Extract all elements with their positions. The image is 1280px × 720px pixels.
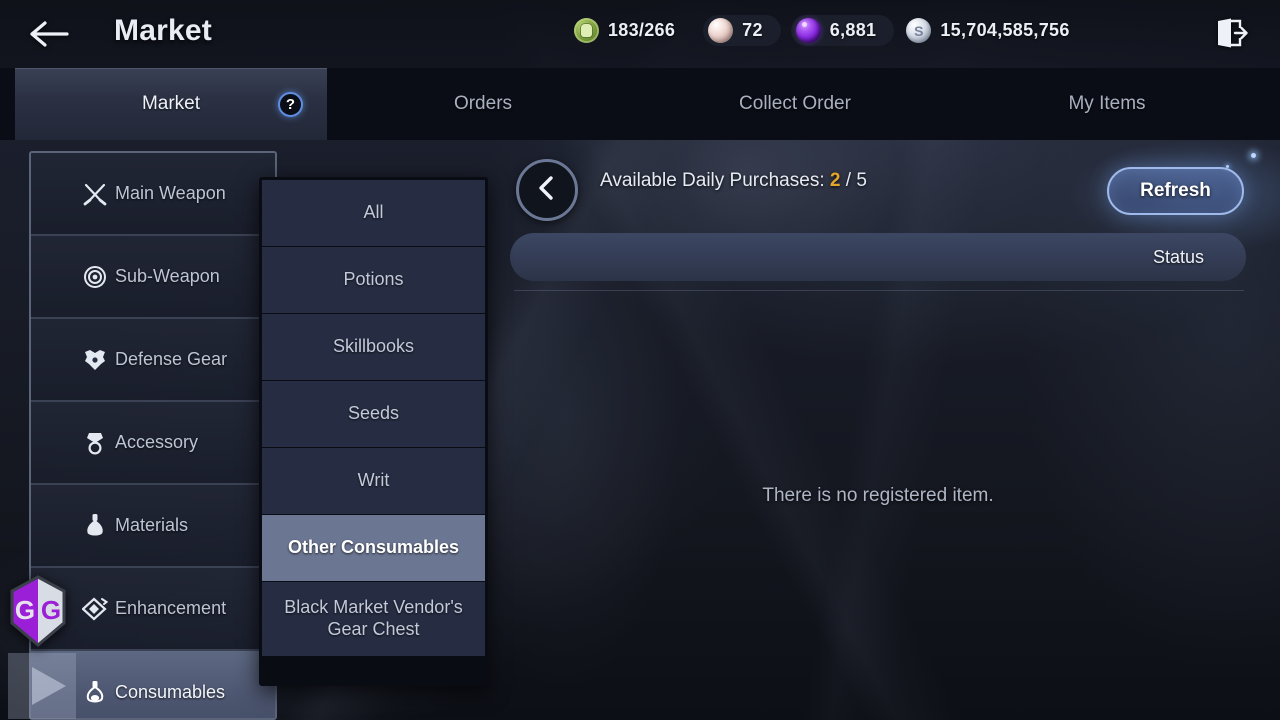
sidebar-item-materials[interactable]: Materials <box>31 485 275 568</box>
pearl-sphere-icon <box>708 18 734 43</box>
tab-my-items[interactable]: My Items <box>951 68 1263 140</box>
currency-energy[interactable]: 183/266 <box>572 15 693 46</box>
purple-gem-icon <box>795 18 821 43</box>
potion-flask-icon <box>82 680 108 706</box>
daily-purchases-max: 5 <box>856 170 867 191</box>
subcategory-skillbooks-label: Skillbooks <box>332 336 415 357</box>
sidebar-item-enhancement-label: Enhancement <box>115 598 227 618</box>
exit-button[interactable] <box>1210 14 1252 52</box>
subcategory-all[interactable]: All <box>262 180 485 247</box>
tab-market-label: Market <box>141 93 201 114</box>
sidebar-item-accessory[interactable]: Accessory <box>31 402 275 485</box>
currency-energy-value: 183/266 <box>608 20 676 40</box>
chevron-left-icon <box>536 175 558 206</box>
silver-coin-icon <box>906 18 932 43</box>
top-bar: Market 183/266 72 6,881 15,704,585,756 <box>0 0 1280 68</box>
subcategory-potions-label: Potions <box>343 269 404 290</box>
currency-pearl-value: 72 <box>742 20 763 40</box>
page-title: Market <box>114 14 212 47</box>
daily-purchases-separator: / <box>845 170 852 191</box>
subcategory-potions[interactable]: Potions <box>262 247 485 314</box>
tab-collect-order[interactable]: Collect Order <box>639 68 951 140</box>
currency-gem[interactable]: 6,881 <box>790 15 895 46</box>
sidebar-item-sub-weapon[interactable]: Sub-Weapon <box>31 236 275 319</box>
subcategory-seeds-label: Seeds <box>347 403 400 424</box>
subcategory-all-label: All <box>363 202 384 223</box>
tab-market[interactable]: Market ? <box>15 68 327 140</box>
sidebar-item-sub-weapon-label: Sub-Weapon <box>115 266 220 286</box>
subcategory-writ[interactable]: Writ <box>262 448 485 515</box>
subcategory-writ-label: Writ <box>357 470 390 491</box>
subcategory-black-market-gear-chest-label: Black Market Vendor's Gear Chest <box>284 597 463 639</box>
status-header-bar: Status <box>510 233 1246 281</box>
subcategory-panel: All Potions Skillbooks Seeds Writ Other … <box>259 177 488 686</box>
arrow-left-icon <box>29 20 69 48</box>
subcategory-other-consumables[interactable]: Other Consumables <box>262 515 485 582</box>
tab-orders[interactable]: Orders <box>327 68 639 140</box>
question-mark-icon[interactable]: ? <box>278 92 303 117</box>
sidebar-item-consumables-label: Consumables <box>115 682 226 702</box>
sidebar-item-defense-gear[interactable]: Defense Gear <box>31 319 275 402</box>
sidebar-item-accessory-label: Accessory <box>115 432 199 452</box>
svg-text:G: G <box>41 595 61 625</box>
crossed-swords-icon <box>82 181 108 207</box>
daily-purchases-info: Available Daily Purchases: 2 / 5 <box>600 170 867 192</box>
sidebar-item-materials-label: Materials <box>115 515 189 535</box>
subcategory-black-market-gear-chest[interactable]: Black Market Vendor's Gear Chest <box>262 582 485 657</box>
subcategory-seeds[interactable]: Seeds <box>262 381 485 448</box>
sidebar-item-main-weapon-label: Main Weapon <box>115 183 226 203</box>
sidebar-item-main-weapon[interactable]: Main Weapon <box>31 153 275 236</box>
sparkle-icon <box>1251 153 1256 158</box>
subcategory-skillbooks[interactable]: Skillbooks <box>262 314 485 381</box>
currency-pearl[interactable]: 72 <box>703 15 781 46</box>
back-button[interactable] <box>27 16 71 52</box>
currency-silver-value: 15,704,585,756 <box>940 20 1070 40</box>
tab-my-items-label: My Items <box>1068 93 1146 114</box>
exit-door-icon <box>1214 17 1248 49</box>
status-divider <box>514 290 1244 291</box>
daily-purchases-label: Available Daily Purchases: <box>600 170 825 191</box>
rhombus-black-stone-icon <box>82 596 108 622</box>
currency-silver[interactable]: 15,704,585,756 <box>904 15 1087 46</box>
empty-state-message: There is no registered item. <box>762 485 994 506</box>
tab-collect-order-label: Collect Order <box>739 93 851 114</box>
daily-purchases-current: 2 <box>829 170 841 191</box>
status-column-header: Status <box>1152 246 1204 267</box>
game-guardian-shield-icon[interactable]: G G <box>7 575 69 647</box>
currency-bar: 183/266 72 6,881 15,704,585,756 <box>572 14 1088 47</box>
tab-orders-label: Orders <box>453 93 513 114</box>
currency-gem-value: 6,881 <box>829 20 877 40</box>
material-pouch-icon <box>82 513 108 539</box>
svg-text:G: G <box>15 595 35 625</box>
market-screen: Market 183/266 72 6,881 15,704,585,756 <box>0 0 1280 720</box>
green-energy-orb-icon <box>574 18 599 43</box>
target-rings-icon <box>82 264 108 290</box>
refresh-button[interactable]: Refresh <box>1107 167 1244 215</box>
market-content: Available Daily Purchases: 2 / 5 Refresh… <box>500 135 1280 720</box>
previous-page-button[interactable] <box>516 159 578 221</box>
armor-chest-icon <box>82 347 108 373</box>
subcategory-other-consumables-label: Other Consumables <box>287 537 460 558</box>
ring-gem-icon <box>82 430 108 456</box>
tab-bar: Market ? Orders Collect Order My Items <box>0 68 1280 140</box>
sidebar-item-consumables[interactable]: Consumables <box>31 651 275 718</box>
sidebar-item-defense-gear-label: Defense Gear <box>115 349 228 369</box>
